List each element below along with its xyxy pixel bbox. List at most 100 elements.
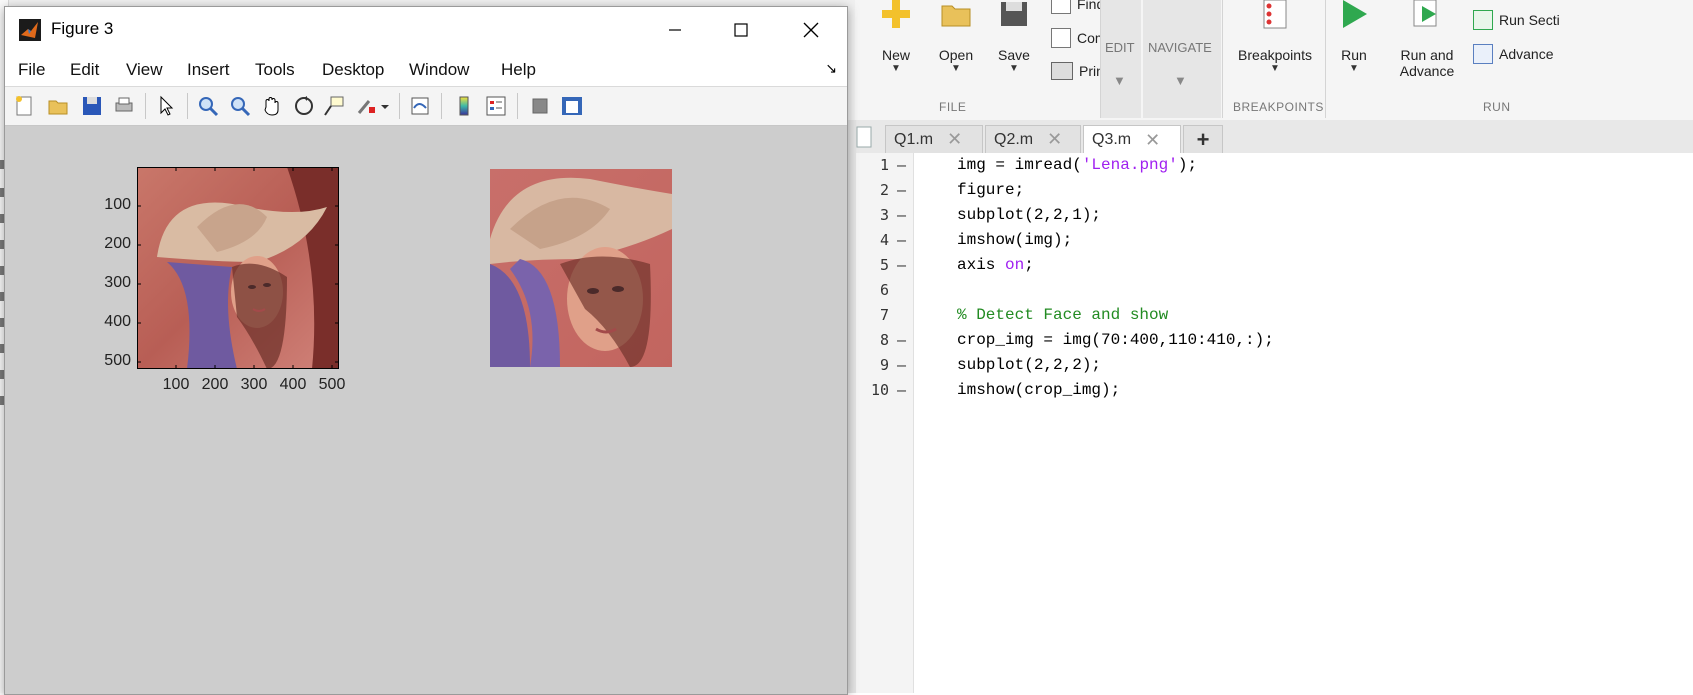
breakpoint-marker[interactable]: – — [897, 331, 906, 349]
subplot-1-image[interactable] — [137, 167, 339, 369]
open-file-icon[interactable] — [47, 95, 69, 117]
figure-title: Figure 3 — [51, 19, 114, 38]
line-number: 10 — [870, 381, 889, 399]
colorbar-icon[interactable] — [453, 95, 475, 117]
code-line-10[interactable]: imshow(crop_img); — [957, 381, 1120, 399]
menu-tools[interactable]: Tools — [255, 60, 295, 80]
line-number: 7 — [879, 306, 889, 324]
compare-icon — [1051, 28, 1071, 48]
breakpoint-marker[interactable]: – — [897, 381, 906, 399]
breakpoint-marker[interactable]: – — [897, 356, 906, 374]
x-tick-label: 100 — [162, 376, 190, 393]
advance-icon — [1473, 44, 1493, 64]
show-plot-tools-icon[interactable] — [561, 95, 583, 117]
run-section-label: RUN — [1483, 100, 1511, 114]
advance-button[interactable]: Advance — [1473, 44, 1553, 64]
x-tick-label: 300 — [240, 376, 268, 393]
brush-icon[interactable] — [355, 95, 377, 117]
breakpoint-marker[interactable]: – — [897, 181, 906, 199]
close-icon[interactable]: ✕ — [1047, 129, 1062, 150]
breakpoint-marker[interactable]: – — [897, 156, 906, 174]
x-tick-label: 500 — [318, 376, 346, 393]
line-number: 4 — [879, 231, 889, 249]
minimize-icon — [669, 28, 681, 31]
file-section-label: FILE — [939, 100, 967, 114]
link-plot-icon[interactable] — [409, 95, 431, 117]
new-figure-icon[interactable] — [13, 95, 35, 117]
breakpoints-section-label: BREAKPOINTS — [1233, 100, 1324, 114]
figure-window: Figure 3 File Edit View Insert Tools Des… — [4, 6, 848, 695]
legend-icon[interactable] — [485, 95, 507, 117]
line-number-gutter: 1 2 3 4 5 6 7 8 9 10 — [855, 153, 894, 693]
print-icon[interactable] — [113, 95, 135, 117]
line-number: 9 — [879, 356, 889, 374]
code-line-4[interactable]: imshow(img); — [957, 231, 1072, 249]
run-section-icon — [1473, 10, 1493, 30]
run-section-button[interactable]: Run Secti — [1473, 10, 1560, 30]
x-tick-label: 400 — [279, 376, 307, 393]
menu-edit[interactable]: Edit — [70, 60, 99, 80]
pan-hand-icon[interactable] — [261, 95, 283, 117]
line-number: 5 — [879, 256, 889, 274]
data-cursor-icon[interactable] — [323, 95, 345, 117]
close-icon[interactable]: ✕ — [1145, 130, 1160, 151]
code-line-5[interactable]: axis on; — [957, 256, 1034, 274]
save-icon[interactable] — [81, 95, 103, 117]
breakpoints-button[interactable]: Breakpoints ▼ — [1225, 0, 1325, 74]
code-line-8[interactable]: crop_img = img(70:400,110:410,:); — [957, 331, 1274, 349]
new-button[interactable]: New ▼ — [871, 0, 921, 74]
menu-help[interactable]: Help — [501, 60, 536, 80]
menu-file[interactable]: File — [18, 60, 45, 80]
tab-scroll-left[interactable] — [855, 125, 881, 151]
line-number: 1 — [879, 156, 889, 174]
minimize-button[interactable] — [645, 7, 705, 52]
figure-titlebar[interactable]: Figure 3 — [5, 7, 847, 52]
tab-q3[interactable]: Q3.m ✕ — [1083, 125, 1181, 154]
find-files-icon — [1051, 0, 1071, 14]
breakpoint-marker[interactable]: – — [897, 231, 906, 249]
save-button[interactable]: Save ▼ — [989, 0, 1039, 74]
chevron-down-icon: ▼ — [1270, 63, 1280, 74]
hide-plot-tools-icon[interactable] — [529, 95, 551, 117]
tab-q1[interactable]: Q1.m ✕ — [885, 125, 983, 153]
code-editor[interactable]: 1 2 3 4 5 6 7 8 9 10 – – – – – – – – img… — [855, 153, 1693, 693]
dock-arrow-icon[interactable]: ↘ — [825, 60, 837, 77]
close-window-button[interactable] — [781, 7, 841, 52]
code-line-3[interactable]: subplot(2,2,1); — [957, 206, 1101, 224]
run-button[interactable]: Run ▼ — [1329, 0, 1379, 74]
chevron-down-icon: ▼ — [1009, 63, 1019, 74]
subplot-2-cropped-image[interactable] — [490, 169, 672, 367]
editor-left-scrollbar[interactable] — [847, 120, 856, 693]
figure-canvas[interactable]: 100 200 300 400 500 100 200 300 400 500 — [5, 126, 847, 694]
chevron-down-icon[interactable] — [379, 95, 391, 117]
y-tick-label: 500 — [104, 352, 131, 369]
code-line-9[interactable]: subplot(2,2,2); — [957, 356, 1101, 374]
line-number: 8 — [879, 331, 889, 349]
zoom-out-icon[interactable] — [229, 95, 251, 117]
y-tick-label: 300 — [104, 274, 131, 291]
menu-desktop[interactable]: Desktop — [322, 60, 384, 80]
maximize-button[interactable] — [711, 7, 771, 52]
pointer-icon[interactable] — [155, 95, 177, 117]
breakpoint-marker[interactable]: – — [897, 256, 906, 274]
code-line-7-comment[interactable]: % Detect Face and show — [957, 306, 1168, 324]
code-line-1[interactable]: img = imread('Lena.png'); — [957, 156, 1197, 174]
menu-window[interactable]: Window — [409, 60, 469, 80]
menu-insert[interactable]: Insert — [187, 60, 230, 80]
tab-q2[interactable]: Q2.m ✕ — [985, 125, 1081, 153]
menu-view[interactable]: View — [126, 60, 163, 80]
open-button[interactable]: Open ▼ — [931, 0, 981, 74]
zoom-in-icon[interactable] — [197, 95, 219, 117]
breakpoint-marker[interactable]: – — [897, 206, 906, 224]
edit-group[interactable]: EDIT ▼ — [1101, 0, 1141, 118]
add-tab-button[interactable]: + — [1183, 125, 1223, 153]
y-tick-label: 100 — [104, 196, 131, 213]
x-tick-label: 200 — [201, 376, 229, 393]
rotate-3d-icon[interactable] — [293, 95, 315, 117]
code-line-2[interactable]: figure; — [957, 181, 1024, 199]
navigate-group[interactable]: NAVIGATE ▼ — [1143, 0, 1221, 118]
run-and-advance-button[interactable]: Run and Advance — [1389, 0, 1465, 79]
figure-menubar: File Edit View Insert Tools Desktop Wind… — [5, 52, 847, 87]
close-icon[interactable]: ✕ — [947, 129, 962, 150]
y-tick-label: 200 — [104, 235, 131, 252]
